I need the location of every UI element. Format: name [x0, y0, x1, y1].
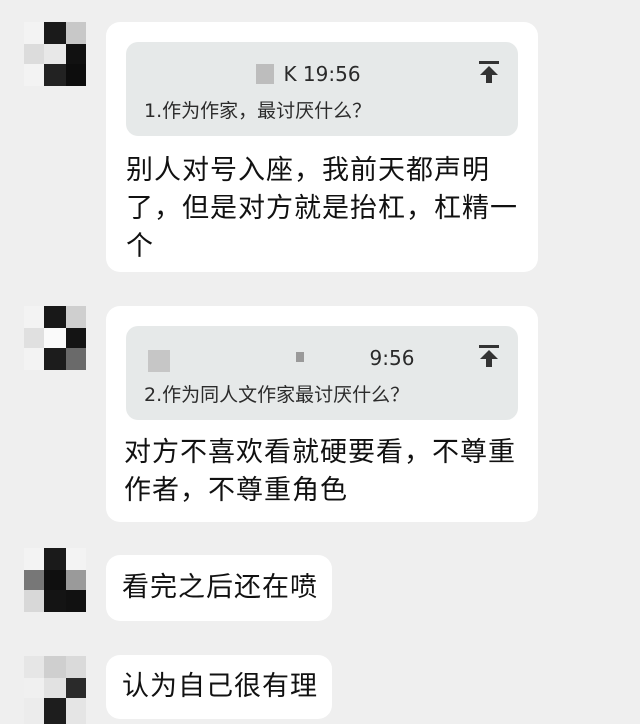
- message-bubble[interactable]: 认为自己很有理: [106, 655, 332, 719]
- message-text: 认为自己很有理: [122, 671, 318, 702]
- message-bubble[interactable]: K 19:56 1.作为作家，最讨厌什么？ 别人对号入座，我前天都声明了，但是对…: [106, 22, 538, 272]
- pin-to-top-icon[interactable]: [478, 60, 500, 84]
- message-text: 别人对号入座，我前天都声明了，但是对方就是抬杠，杠精一个: [126, 155, 518, 262]
- blurred-name: [148, 350, 170, 372]
- avatar[interactable]: [24, 306, 86, 370]
- quoted-message[interactable]: K 19:56 1.作为作家，最讨厌什么？: [126, 42, 518, 136]
- quote-text: 2.作为同人文作家最讨厌什么？: [144, 384, 410, 406]
- avatar[interactable]: [24, 548, 86, 612]
- quoted-message[interactable]: 9:56 2.作为同人文作家最讨厌什么？: [126, 326, 518, 420]
- quote-timestamp: K 19:56: [283, 62, 361, 86]
- quote-timestamp: 9:56: [369, 346, 415, 370]
- quote-text: 1.作为作家，最讨厌什么？: [144, 100, 372, 122]
- pin-to-top-icon[interactable]: [478, 344, 500, 368]
- message-text: 对方不喜欢看就硬要看，不尊重作者，不尊重角色: [124, 437, 516, 506]
- message-bubble[interactable]: 9:56 2.作为同人文作家最讨厌什么？ 对方不喜欢看就硬要看，不尊重作者，不尊…: [106, 306, 538, 522]
- message-text: 看完之后还在喷: [122, 572, 318, 603]
- message-bubble[interactable]: 看完之后还在喷: [106, 555, 332, 621]
- chat-conversation: K 19:56 1.作为作家，最讨厌什么？ 别人对号入座，我前天都声明了，但是对…: [0, 0, 640, 724]
- avatar[interactable]: [24, 22, 86, 86]
- avatar[interactable]: [24, 656, 86, 724]
